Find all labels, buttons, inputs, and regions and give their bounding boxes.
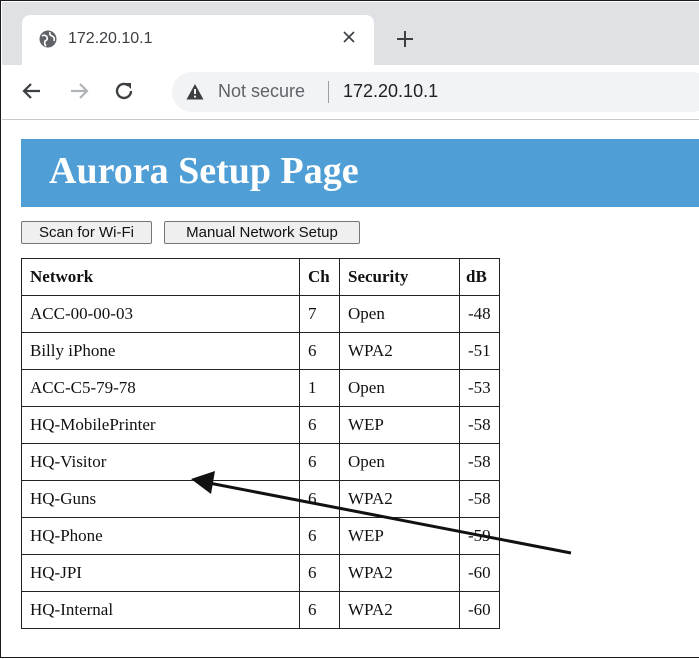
browser-window: 172.20.10.1 Not secure 1 72.20.10.1 Auror… bbox=[0, 0, 699, 658]
table-row[interactable]: ACC-00-00-03 7 Open -48 bbox=[21, 295, 500, 333]
page-header: Aurora Setup Page bbox=[21, 139, 699, 207]
table-row[interactable]: HQ-MobilePrinter 6 WEP -58 bbox=[21, 406, 500, 444]
network-table: Network Ch Security dB ACC-00-00-03 7 Op… bbox=[21, 258, 500, 629]
globe-icon bbox=[39, 30, 57, 48]
security-cell: WEP bbox=[339, 406, 460, 444]
back-arrow-icon[interactable] bbox=[20, 79, 44, 103]
security-status: Not secure bbox=[218, 81, 306, 101]
network-name-cell[interactable]: Billy iPhone bbox=[21, 332, 300, 370]
security-cell: WPA2 bbox=[339, 591, 460, 629]
forward-arrow-icon[interactable] bbox=[67, 79, 91, 103]
browser-tab[interactable]: 172.20.10.1 bbox=[22, 15, 374, 66]
table-row[interactable]: HQ-JPI 6 WPA2 -60 bbox=[21, 554, 500, 592]
tab-title: 172.20.10.1 bbox=[68, 30, 153, 47]
db-cell: -60 bbox=[459, 554, 500, 592]
network-name-cell[interactable]: HQ-MobilePrinter bbox=[21, 406, 300, 444]
db-cell: -51 bbox=[459, 332, 500, 370]
security-cell: Open bbox=[339, 369, 460, 407]
table-row[interactable]: HQ-Phone 6 WEP -59 bbox=[21, 517, 500, 555]
db-cell: -59 bbox=[459, 517, 500, 555]
divider bbox=[328, 81, 329, 103]
security-cell: WPA2 bbox=[339, 480, 460, 518]
warning-icon[interactable] bbox=[186, 83, 204, 101]
browser-toolbar: Not secure 172.20.10.1 bbox=[2, 65, 699, 120]
table-row[interactable]: ACC-C5-79-78 1 Open -53 bbox=[21, 369, 500, 407]
security-cell: Open bbox=[339, 443, 460, 481]
page-title: Aurora Setup Page bbox=[49, 150, 359, 192]
channel-cell: 6 bbox=[299, 406, 340, 444]
channel-cell: 6 bbox=[299, 554, 340, 592]
table-row[interactable]: HQ-Guns 6 WPA2 -58 bbox=[21, 480, 500, 518]
network-name-cell[interactable]: HQ-Guns bbox=[21, 480, 300, 518]
table-header-row: Network Ch Security dB bbox=[21, 258, 500, 296]
manual-network-setup-button[interactable]: Manual Network Setup bbox=[164, 221, 360, 244]
db-cell: -60 bbox=[459, 591, 500, 629]
channel-cell: 6 bbox=[299, 443, 340, 481]
channel-cell: 6 bbox=[299, 517, 340, 555]
db-cell: -53 bbox=[459, 369, 500, 407]
column-header-security: Security bbox=[339, 258, 460, 296]
table-row[interactable]: Billy iPhone 6 WPA2 -51 bbox=[21, 332, 500, 370]
channel-cell: 6 bbox=[299, 332, 340, 370]
table-row[interactable]: HQ-Visitor 6 Open -58 bbox=[21, 443, 500, 481]
channel-cell: 7 bbox=[299, 295, 340, 333]
channel-cell: 6 bbox=[299, 591, 340, 629]
close-icon[interactable] bbox=[340, 28, 358, 46]
security-cell: WPA2 bbox=[339, 332, 460, 370]
page-content: Aurora Setup Page Scan for Wi-Fi Manual … bbox=[1, 120, 699, 658]
column-header-network: Network bbox=[21, 258, 300, 296]
network-name-cell[interactable]: HQ-Visitor bbox=[21, 443, 300, 481]
scan-wifi-button[interactable]: Scan for Wi-Fi bbox=[21, 221, 152, 244]
security-cell: WEP bbox=[339, 517, 460, 555]
url-text: 172.20.10.1 bbox=[343, 81, 439, 101]
network-name-cell[interactable]: ACC-00-00-03 bbox=[21, 295, 300, 333]
address-bar[interactable]: Not secure 172.20.10.1 bbox=[172, 72, 699, 112]
db-cell: -58 bbox=[459, 443, 500, 481]
channel-cell: 1 bbox=[299, 369, 340, 407]
plus-icon[interactable] bbox=[395, 29, 415, 49]
network-name-cell[interactable]: HQ-JPI bbox=[21, 554, 300, 592]
table-row[interactable]: HQ-Internal 6 WPA2 -60 bbox=[21, 591, 500, 629]
tab-strip: 172.20.10.1 bbox=[2, 2, 699, 66]
db-cell: -58 bbox=[459, 406, 500, 444]
db-cell: -48 bbox=[459, 295, 500, 333]
db-cell: -58 bbox=[459, 480, 500, 518]
network-name-cell[interactable]: HQ-Internal bbox=[21, 591, 300, 629]
security-cell: WPA2 bbox=[339, 554, 460, 592]
channel-cell: 6 bbox=[299, 480, 340, 518]
column-header-channel: Ch bbox=[299, 258, 340, 296]
security-cell: Open bbox=[339, 295, 460, 333]
column-header-db: dB bbox=[459, 258, 500, 296]
network-name-cell[interactable]: ACC-C5-79-78 bbox=[21, 369, 300, 407]
network-name-cell[interactable]: HQ-Phone bbox=[21, 517, 300, 555]
reload-icon[interactable] bbox=[112, 79, 136, 103]
